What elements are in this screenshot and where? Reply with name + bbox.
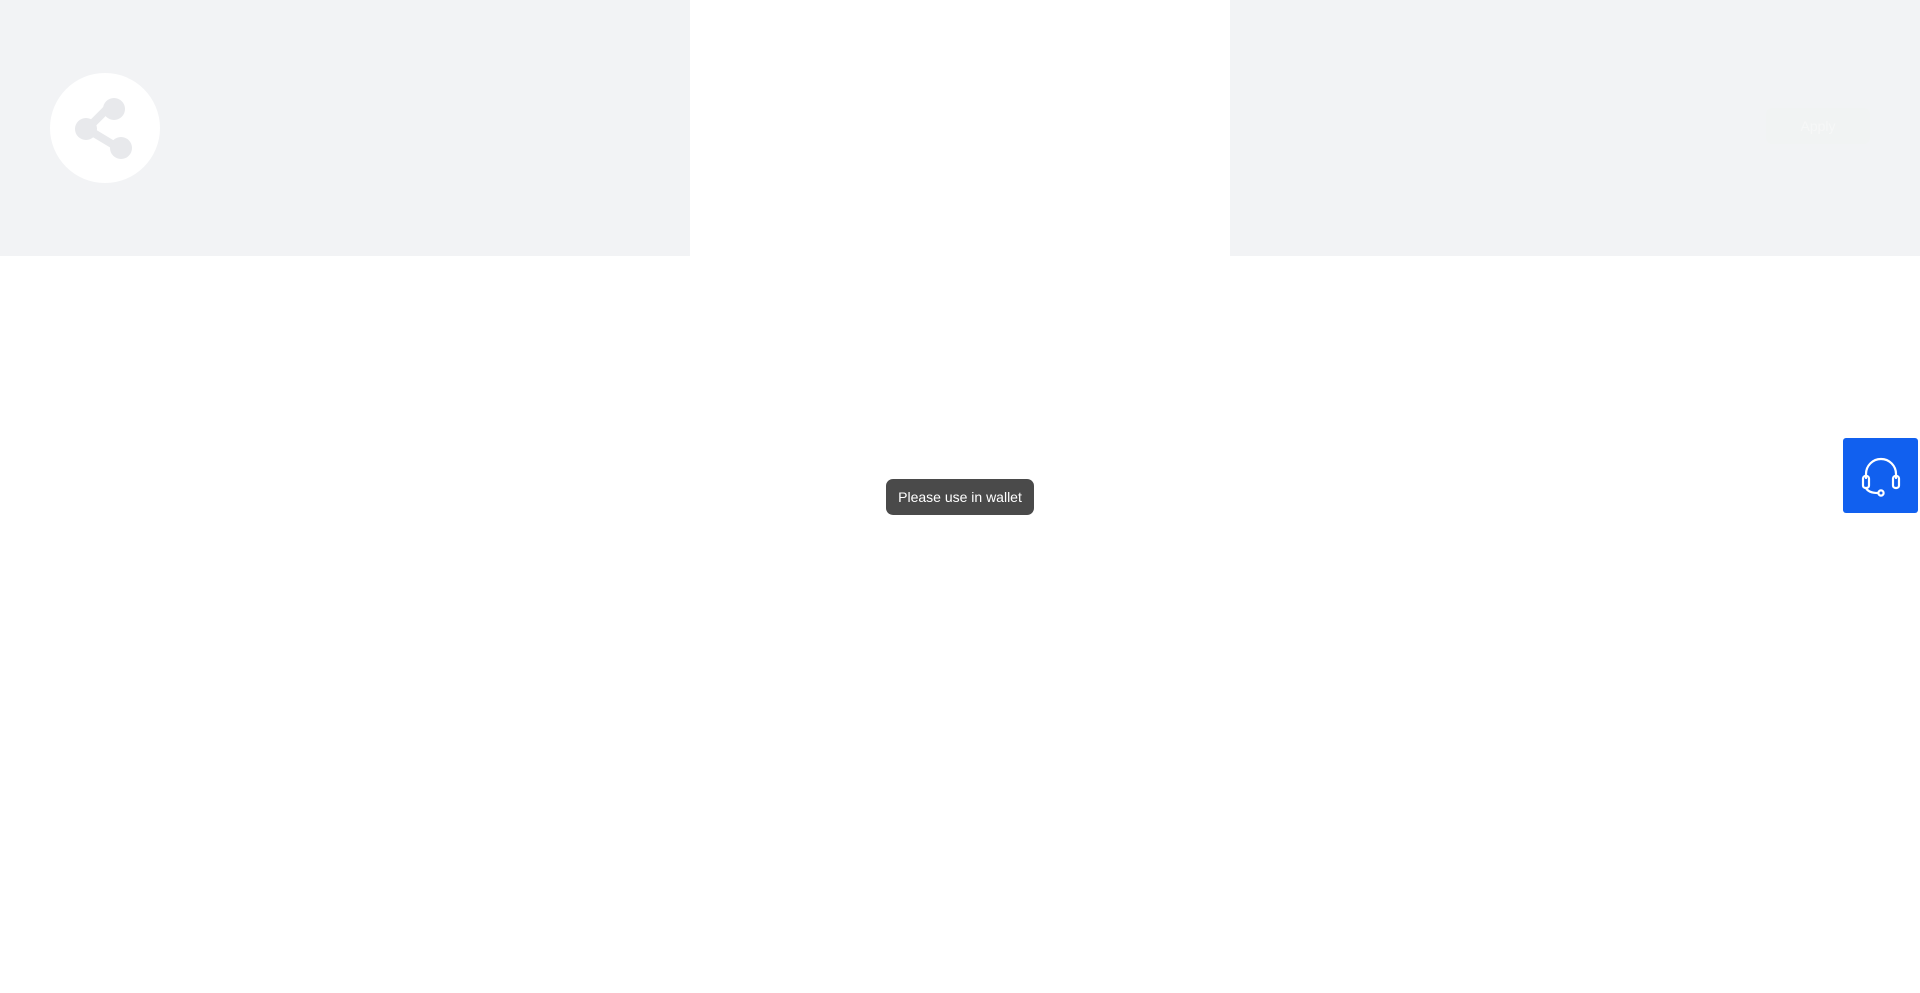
apply-button[interactable]: Apply xyxy=(1766,108,1870,144)
header: Apply xyxy=(0,0,1920,256)
share-button[interactable] xyxy=(50,73,160,183)
headset-icon xyxy=(1861,457,1900,497)
share-icon xyxy=(75,98,132,159)
header-center-panel xyxy=(690,0,1230,256)
toast-message: Please use in wallet xyxy=(886,479,1034,515)
header-left-panel xyxy=(0,0,690,256)
page: Apply Please use in wallet xyxy=(0,0,1920,993)
customer-support-button[interactable] xyxy=(1843,438,1918,513)
